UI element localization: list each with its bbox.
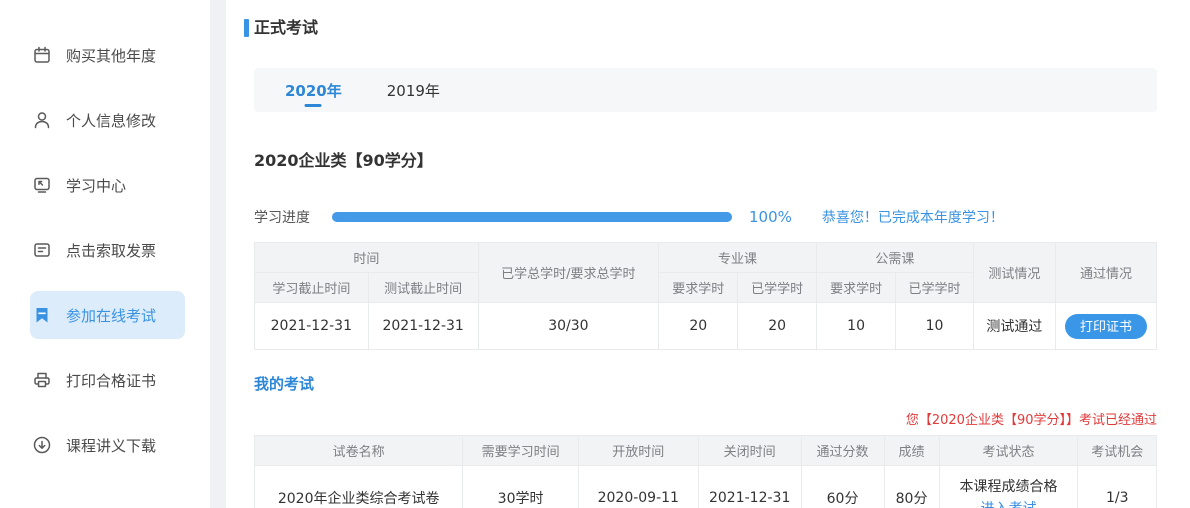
exam-passed-notice: 您【2020企业类【90学分】】考试已经通过 [905,413,1157,428]
progress-fill [332,212,732,222]
col-header-required-study: 需要学习时间 [462,435,579,466]
course-title: 2020企业类【90学分】 [254,151,433,170]
col-header-public-group: 公需课 [815,242,974,273]
sidebar-item-buy-other-years[interactable]: 购买其他年度 [30,31,185,79]
sidebar-item-handout-download[interactable]: 课程讲义下载 [30,421,185,469]
col-header-pass-score: 通过分数 [800,435,885,466]
col-header-exam-status: 考试状态 [938,435,1079,466]
exam-table: 试卷名称 需要学习时间 开放时间 关闭时间 通过分数 成绩 考试状态 考试机会 … [253,435,1157,508]
sidebar-item-label: 课程讲义下载 [66,436,157,455]
page: 购买其他年度 个人信息修改 学习中心 点击索取发票 参加在线考试 打印合格证书 … [0,0,1190,508]
col-header-open-date: 开放时间 [577,435,699,466]
download-icon [32,435,52,455]
user-icon [32,110,52,130]
progress-percent: 100% [749,208,792,226]
page-title: 正式考试 [244,17,1157,39]
my-exams-title: 我的考试 [254,375,315,393]
sidebar-item-label: 点击索取发票 [66,241,157,260]
cell-paper-name: 2020年企业类综合考试卷 [253,465,464,508]
col-header-test-deadline: 测试截止时间 [367,272,479,303]
col-header-pro-required: 要求学时 [658,272,739,303]
col-header-pass-status: 通过情况 [1054,242,1158,303]
sidebar-item-label: 参加在线考试 [66,306,157,325]
cell-attempts: 1/3 [1077,465,1157,508]
tab-2019[interactable]: 2019年 [387,68,440,112]
cell-open-date: 2020-09-11 [577,465,699,508]
col-header-pub-learned: 已学学时 [895,272,974,303]
sidebar-item-print-certificate[interactable]: 打印合格证书 [30,356,185,404]
cell-test-status: 测试通过 [972,302,1056,350]
col-header-pro-learned: 已学学时 [737,272,817,303]
col-header-attempts: 考试机会 [1077,435,1157,466]
cell-pub-learned: 10 [895,302,974,350]
sidebar-item-label: 打印合格证书 [66,371,157,390]
sidebar-item-label: 个人信息修改 [66,111,157,130]
sidebar-item-label: 购买其他年度 [66,46,157,65]
cell-exam-status: 本课程成绩合格 进入考试 [938,465,1079,508]
sidebar-item-personal-info[interactable]: 个人信息修改 [30,96,185,144]
tab-2020[interactable]: 2020年 [285,68,342,112]
monitor-icon [32,175,52,195]
main-content: 正式考试 2020年 2019年 2020企业类【90学分】 学习进度 100%… [226,0,1190,508]
col-header-pub-required: 要求学时 [815,272,897,303]
col-header-paper-name: 试卷名称 [253,435,464,466]
enter-exam-link[interactable]: 进入考试 [940,498,1078,508]
progress-bar [332,212,732,222]
cell-close-date: 2021-12-31 [697,465,802,508]
cell-study-deadline: 2021-12-31 [254,302,369,350]
cell-required-study: 30学时 [462,465,579,508]
cell-pro-learned: 20 [737,302,817,350]
calendar-icon [32,45,52,65]
col-header-close-date: 关闭时间 [697,435,802,466]
col-header-time-group: 时间 [254,242,479,273]
col-header-total-hours: 已学总学时/要求总学时 [477,242,660,303]
exam-data-row: 2020年企业类综合考试卷 30学时 2020-09-11 2021-12-31… [253,465,1157,508]
title-accent-bar [244,19,249,37]
progress-message: 恭喜您！已完成本年度学习！ [821,210,1004,226]
cell-pro-required: 20 [658,302,739,350]
cell-score: 80分 [883,465,940,508]
sidebar-item-label: 学习中心 [66,176,127,195]
col-header-study-deadline: 学习截止时间 [254,272,369,303]
col-header-test-status: 测试情况 [972,242,1056,303]
progress-label: 学习进度 [254,210,310,226]
sidebar-item-request-invoice[interactable]: 点击索取发票 [30,226,185,274]
exam-header-row: 试卷名称 需要学习时间 开放时间 关闭时间 通过分数 成绩 考试状态 考试机会 [253,435,1157,466]
col-header-score: 成绩 [883,435,940,466]
invoice-icon [32,240,52,260]
cell-pub-required: 10 [815,302,897,350]
print-certificate-button[interactable]: 打印证书 [1064,313,1147,339]
printer-icon [32,370,52,390]
sidebar-divider [210,0,226,508]
sidebar-item-online-exam[interactable]: 参加在线考试 [30,291,185,339]
exam-status-text: 本课程成绩合格 [959,478,1058,495]
col-header-professional-group: 专业课 [658,242,817,273]
study-summary-table: 时间 已学总学时/要求总学时 专业课 公需课 测试情况 通过情况 学习截止时间 … [254,242,1158,350]
cell-test-deadline: 2021-12-31 [367,302,479,350]
sidebar-item-learning-center[interactable]: 学习中心 [30,161,185,209]
cell-total-hours: 30/30 [477,302,660,350]
cell-pass-status: 打印证书 [1054,302,1158,350]
summary-header-row-1: 时间 已学总学时/要求总学时 专业课 公需课 测试情况 通过情况 [254,242,1158,303]
summary-data-row: 2021-12-31 2021-12-31 30/30 20 20 10 10 … [254,302,1158,350]
page-title-text: 正式考试 [254,18,319,37]
progress-row: 学习进度 100% 恭喜您！已完成本年度学习！ [254,207,1157,227]
cell-pass-score: 60分 [800,465,885,508]
year-tabs: 2020年 2019年 [254,68,1157,112]
bookmark-icon [32,305,52,325]
sidebar: 购买其他年度 个人信息修改 学习中心 点击索取发票 参加在线考试 打印合格证书 … [0,0,210,508]
